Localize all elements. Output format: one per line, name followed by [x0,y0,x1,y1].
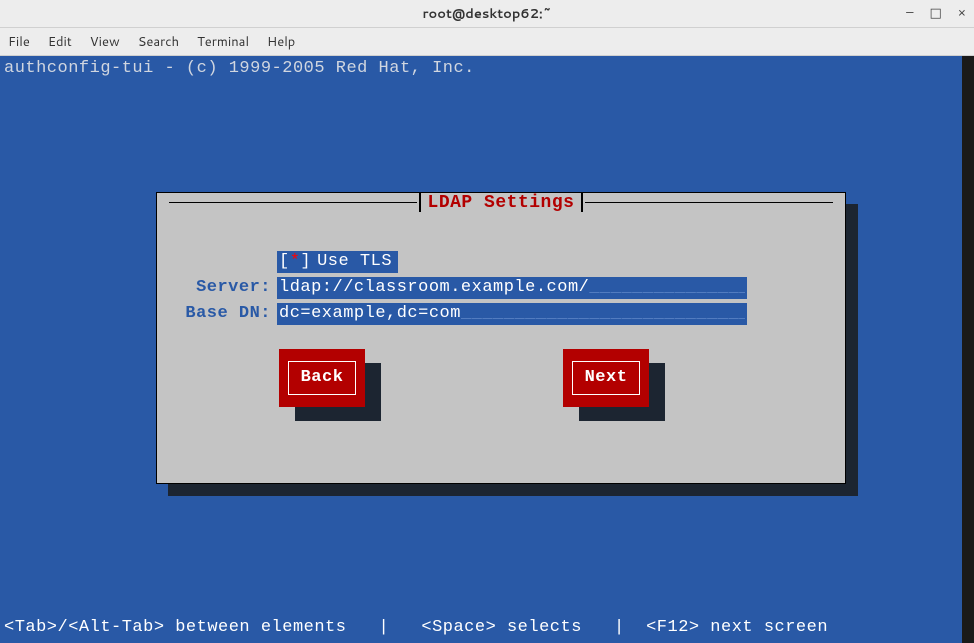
dialog-frame-bar [581,192,583,212]
server-row: Server: ldap://classroom.example.com/ __… [169,277,747,299]
menu-view[interactable]: View [90,33,120,51]
dialog-title-row: LDAP Settings [157,192,845,214]
next-button-label: Next [572,361,641,395]
menu-file[interactable]: File [8,33,30,51]
server-input[interactable]: ldap://classroom.example.com/ __________… [277,277,747,299]
terminal-area: authconfig-tui - (c) 1999-2005 Red Hat, … [0,56,974,643]
next-button[interactable]: Next [563,349,649,407]
menu-search[interactable]: Search [138,33,179,51]
use-tls-row: [*] Use TLS [277,251,398,273]
menu-terminal[interactable]: Terminal [197,33,249,51]
menu-edit[interactable]: Edit [48,33,72,51]
dialog-frame-line [585,202,833,203]
use-tls-label: Use TLS [313,251,398,273]
status-hint-line: <Tab>/<Alt-Tab> between elements | <Spac… [4,617,968,639]
back-button[interactable]: Back [279,349,365,407]
field-underscore-fill: _____________________________ [461,303,745,325]
server-label: Server: [169,277,277,299]
use-tls-checkbox[interactable]: [*] [277,251,313,273]
minimize-icon[interactable]: – [906,4,913,22]
maximize-icon[interactable]: □ [929,4,941,22]
menu-help[interactable]: Help [267,33,295,51]
base-dn-label: Base DN: [169,303,277,325]
base-dn-input[interactable]: dc=example,dc=com ______________________… [277,303,747,325]
dialog-title: LDAP Settings [157,192,845,214]
base-dn-row: Base DN: dc=example,dc=com _____________… [169,303,747,325]
base-dn-input-value: dc=example,dc=com [279,303,461,325]
window-titlebar: root@desktop62:~ – □ × [0,0,974,28]
right-edge-decoration [962,56,974,643]
app-header-line: authconfig-tui - (c) 1999-2005 Red Hat, … [4,58,974,80]
back-button-label: Back [288,361,357,395]
server-input-value: ldap://classroom.example.com/ [279,277,589,299]
checkbox-star-icon: * [290,252,301,271]
menubar: File Edit View Search Terminal Help [0,28,974,56]
close-icon[interactable]: × [958,4,966,22]
window-controls: – □ × [906,4,966,22]
window-title: root@desktop62:~ [422,5,551,23]
ldap-settings-dialog: LDAP Settings [*] Use TLS Server: ldap:/… [156,192,846,484]
field-underscore-fill: _________________ [589,277,745,299]
